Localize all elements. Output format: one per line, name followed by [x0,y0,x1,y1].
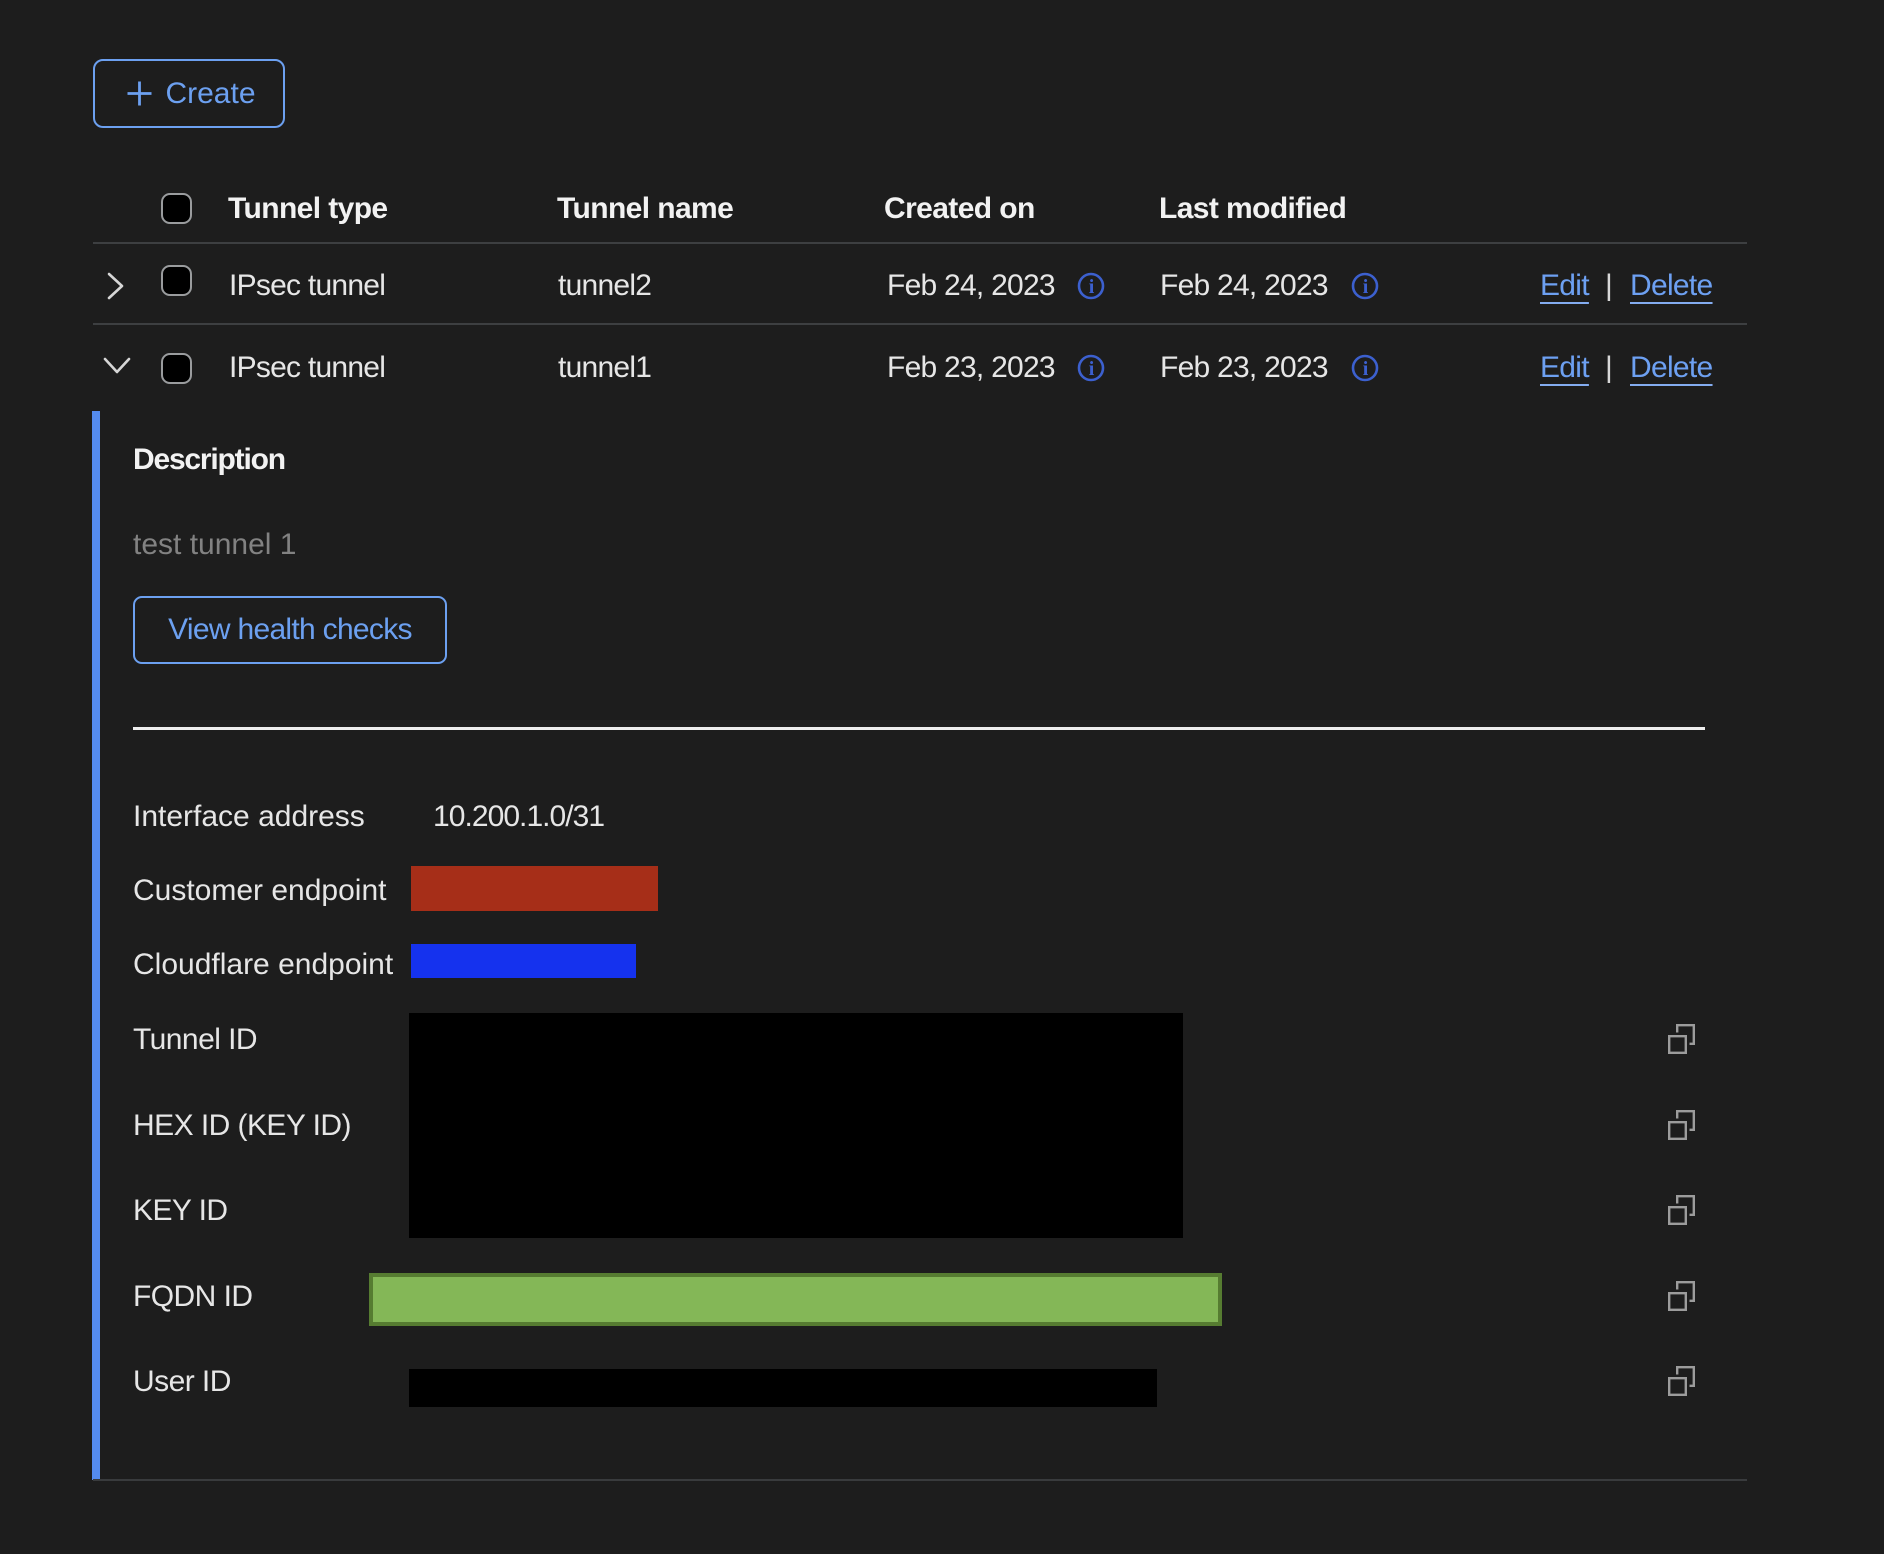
svg-text:i: i [1363,358,1369,380]
svg-text:i: i [1363,276,1369,298]
svg-text:i: i [1089,276,1095,298]
svg-text:i: i [1089,358,1095,380]
